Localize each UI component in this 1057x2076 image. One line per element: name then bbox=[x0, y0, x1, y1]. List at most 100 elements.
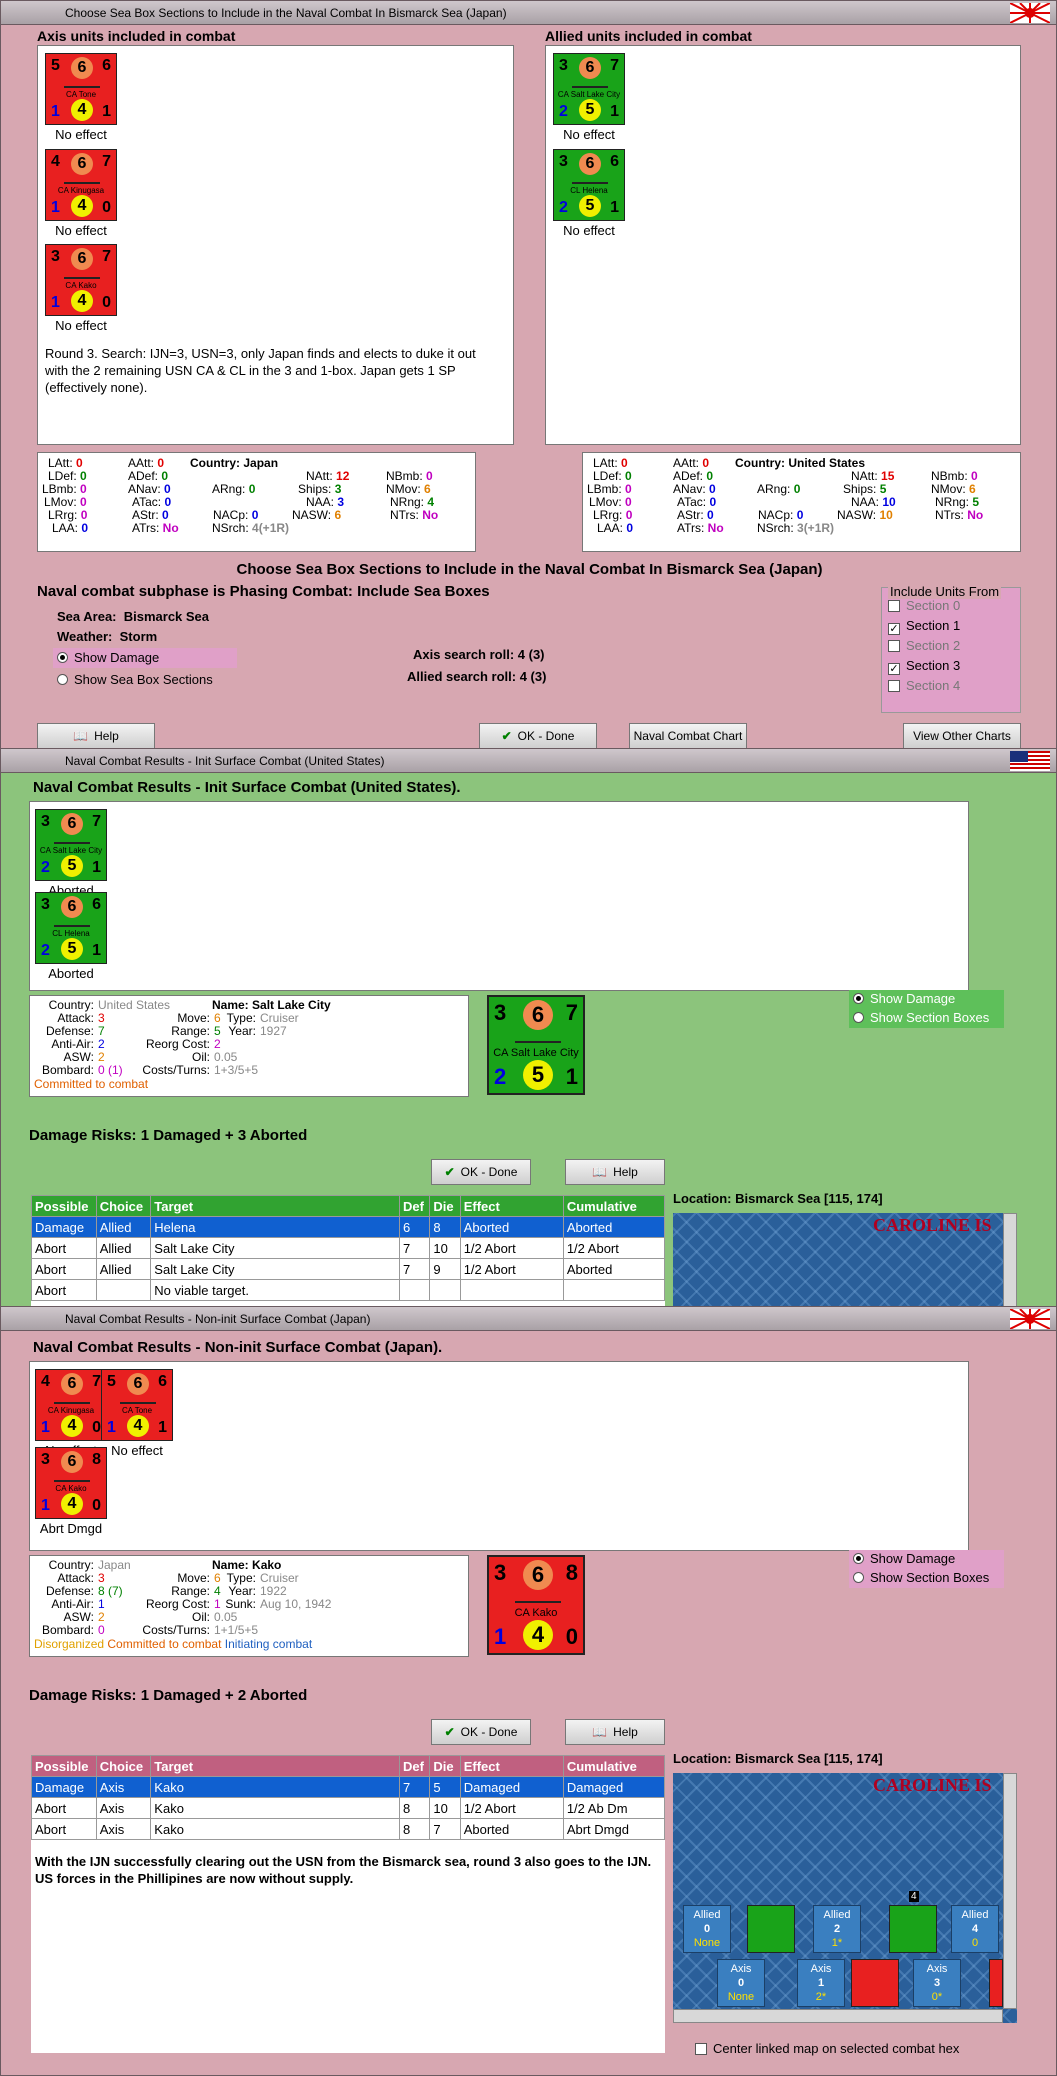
sea-box[interactable]: Allied 4 0 bbox=[951, 1905, 999, 1953]
table-cell: 8 bbox=[399, 1818, 431, 1840]
location-map[interactable]: CAROLINE IS bbox=[673, 1213, 1017, 1309]
sea-box[interactable]: Allied 2 1* bbox=[813, 1905, 861, 1953]
unit-counter[interactable]: 3 6 6 CL Helena 2 5 1 bbox=[553, 149, 625, 221]
show-damage-radio[interactable]: Show Damage bbox=[849, 1550, 1004, 1569]
column-header[interactable]: Cumulative bbox=[562, 1195, 665, 1217]
table-row[interactable]: Abort No viable target. bbox=[31, 1279, 665, 1301]
show-damage-radio[interactable]: Show Damage bbox=[53, 648, 237, 668]
table-row[interactable]: Abort Axis Kako 8 10 1/2 Abort 1/2 Ab Dm bbox=[31, 1797, 665, 1819]
ok-done-button[interactable]: ✔ OK - Done bbox=[479, 723, 597, 749]
help-button[interactable]: 📖 Help bbox=[37, 723, 155, 749]
help-button[interactable]: 📖 Help bbox=[565, 1719, 665, 1745]
map-vertical-scrollbar[interactable] bbox=[1003, 1213, 1017, 1309]
unit-status: No effect bbox=[55, 127, 107, 142]
ok-done-button[interactable]: ✔ OK - Done bbox=[431, 1719, 531, 1745]
section-checkbox[interactable]: Section 4 bbox=[888, 678, 960, 693]
title-bar: Choose Sea Box Sections to Include in th… bbox=[1, 1, 1056, 25]
column-header[interactable]: Die bbox=[429, 1195, 461, 1217]
sea-box[interactable]: Axis 0 None bbox=[717, 1959, 765, 2007]
unit-counter[interactable]: 4 6 7 CA Kinugasa 1 4 0 bbox=[45, 149, 117, 221]
big-unit-counter: 3 6 8 CA Kako 1 4 0 bbox=[487, 1555, 585, 1655]
window-title: Naval Combat Results - Non-init Surface … bbox=[65, 1312, 371, 1326]
show-damage-radio[interactable]: Show Damage bbox=[849, 990, 1004, 1009]
map-unit-helena[interactable] bbox=[747, 1905, 795, 1953]
unit-counter[interactable]: 3 6 7 CA Salt Lake City 2 5 1 bbox=[553, 53, 625, 125]
axis-roll-label: Axis search roll: bbox=[413, 647, 515, 662]
table-cell: Aborted bbox=[459, 1216, 564, 1238]
unit-defense: 6 bbox=[610, 153, 619, 170]
table-cell: Damage bbox=[31, 1776, 97, 1798]
column-header[interactable]: Possible bbox=[31, 1195, 97, 1217]
unit-attack: 4 bbox=[51, 153, 60, 170]
table-row[interactable]: Damage Allied Helena 6 8 Aborted Aborted bbox=[31, 1216, 665, 1238]
sea-area-label: Sea Area: bbox=[57, 609, 117, 624]
unit-counter[interactable]: 3 6 6 CL Helena 2 5 1 bbox=[35, 892, 107, 964]
column-header[interactable]: Choice bbox=[95, 1195, 152, 1217]
map-horizontal-scrollbar[interactable] bbox=[673, 2009, 1003, 2023]
sea-area-value: Bismarck Sea bbox=[123, 609, 210, 624]
location-map[interactable]: CAROLINE IS Allied 0 None Allied 2 1* Allied 4 0… bbox=[673, 1773, 1017, 2023]
unit-counter[interactable]: 3 6 7 CA Kako 1 4 0 bbox=[45, 244, 117, 316]
ship-silhouette-icon bbox=[515, 1039, 561, 1043]
table-cell bbox=[95, 1279, 152, 1301]
center-map-checkbox[interactable]: Center linked map on selected combat hex bbox=[695, 2041, 959, 2056]
table-row[interactable]: Abort Allied Salt Lake City 7 10 1/2 Abort 1/2… bbox=[31, 1237, 665, 1259]
section-checkbox[interactable]: Section 0 bbox=[888, 598, 960, 613]
table-cell: Kako bbox=[150, 1776, 401, 1798]
unit-counter[interactable]: 3 6 8 CA Kako 1 4 0 bbox=[35, 1447, 107, 1519]
column-header[interactable]: Def bbox=[399, 1755, 431, 1777]
help-book-icon: 📖 bbox=[592, 1165, 608, 1179]
table-cell: Axis bbox=[95, 1797, 152, 1819]
map-unit-kako[interactable] bbox=[851, 1959, 899, 2007]
allied-stats-panel: LAtt: 0 AAtt: 0 Country: United States L… bbox=[582, 452, 1021, 552]
show-section-boxes-radio[interactable]: Show Section Boxes bbox=[849, 1569, 1004, 1588]
section-checkbox[interactable]: Section 2 bbox=[888, 638, 960, 653]
unit-asw: 0 bbox=[92, 1497, 101, 1514]
column-header[interactable]: Target bbox=[150, 1195, 401, 1217]
show-sections-radio[interactable]: Show Sea Box Sections bbox=[53, 670, 237, 690]
table-cell: Aborted bbox=[562, 1216, 665, 1238]
section-checkbox[interactable]: ✓ Section 3 bbox=[888, 658, 960, 675]
title-bar: Naval Combat Results - Non-init Surface … bbox=[1, 1307, 1056, 1331]
column-header[interactable]: Target bbox=[150, 1755, 401, 1777]
map-unit-salt-lake-city[interactable] bbox=[889, 1905, 937, 1953]
table-row[interactable]: Damage Axis Kako 7 5 Damaged Damaged bbox=[31, 1776, 665, 1798]
unit-counter[interactable]: 5 6 6 CA Tone 1 4 1 bbox=[101, 1369, 173, 1441]
axis-units-header: Axis units included in combat bbox=[37, 28, 236, 44]
unit-name: CA Tone bbox=[121, 1406, 153, 1415]
help-button[interactable]: 📖 Help bbox=[565, 1159, 665, 1185]
table-cell: 6 bbox=[399, 1216, 431, 1238]
column-header[interactable]: Effect bbox=[459, 1195, 564, 1217]
table-cell: 1/2 Abort bbox=[562, 1237, 665, 1259]
ok-done-button[interactable]: ✔ OK - Done bbox=[431, 1159, 531, 1185]
allied-units-header: Allied units included in combat bbox=[545, 28, 752, 44]
section-checkbox[interactable]: ✓ Section 1 bbox=[888, 618, 960, 635]
view-other-charts-button[interactable]: View Other Charts bbox=[903, 723, 1021, 749]
table-row[interactable]: Abort Axis Kako 8 7 Aborted Abrt Dmgd bbox=[31, 1818, 665, 1840]
unit-counter[interactable]: 4 6 7 CA Kinugasa 1 4 0 bbox=[35, 1369, 107, 1441]
table-row[interactable]: Abort Allied Salt Lake City 7 9 1/2 Abort Abor… bbox=[31, 1258, 665, 1280]
sea-box[interactable]: Axis 1 2* bbox=[797, 1959, 845, 2007]
map-vertical-scrollbar[interactable] bbox=[1003, 1773, 1017, 2009]
map-unit-partial[interactable] bbox=[989, 1959, 1003, 2007]
sea-box[interactable]: Axis 3 0* bbox=[913, 1959, 961, 2007]
unit-aa: 1 bbox=[51, 294, 60, 311]
ship-silhouette-icon bbox=[64, 84, 100, 88]
info-country: United States bbox=[98, 998, 171, 1012]
unit-attack: 3 bbox=[41, 896, 50, 913]
sea-box[interactable]: Allied 0 None bbox=[683, 1905, 731, 1953]
unit-aa: 1 bbox=[41, 1419, 50, 1436]
column-header[interactable]: Effect bbox=[459, 1755, 564, 1777]
column-header[interactable]: Cumulative bbox=[562, 1755, 665, 1777]
info-costs: 1+1/5+5 bbox=[214, 1623, 259, 1637]
unit-counter[interactable]: 5 6 6 CA Tone 1 4 1 bbox=[45, 53, 117, 125]
unit-asw: 1 bbox=[102, 103, 111, 120]
column-header[interactable]: Possible bbox=[31, 1755, 97, 1777]
column-header[interactable]: Die bbox=[429, 1755, 461, 1777]
column-header[interactable]: Choice bbox=[95, 1755, 152, 1777]
show-section-boxes-radio[interactable]: Show Section Boxes bbox=[849, 1009, 1004, 1028]
column-header[interactable]: Def bbox=[399, 1195, 431, 1217]
unit-name: CA Salt Lake City bbox=[39, 846, 103, 855]
unit-counter[interactable]: 3 6 7 CA Salt Lake City 2 5 1 bbox=[35, 809, 107, 881]
naval-combat-chart-button[interactable]: Naval Combat Chart bbox=[629, 723, 747, 749]
